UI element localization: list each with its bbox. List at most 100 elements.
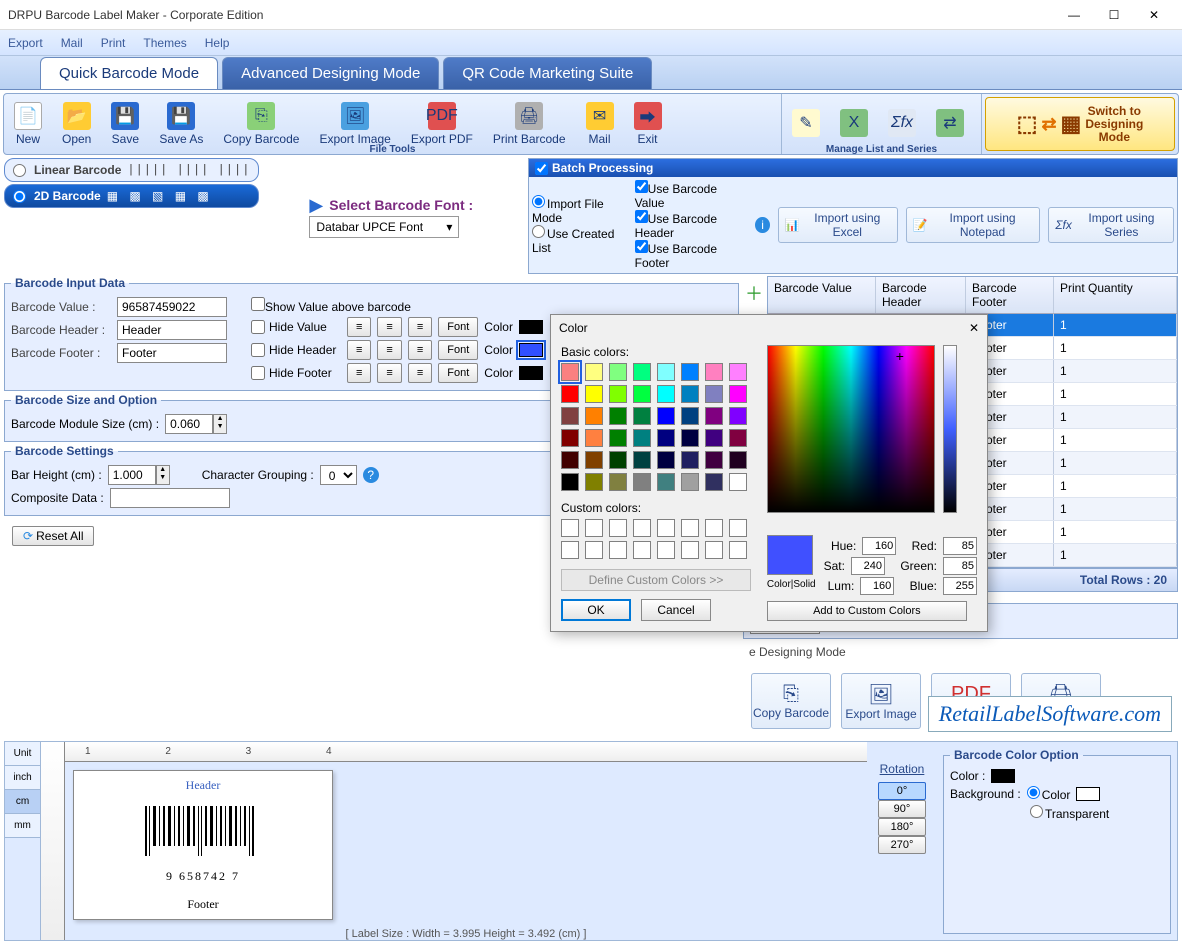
copy-barcode-action[interactable]: ⎘Copy Barcode (751, 673, 831, 729)
batch-checkbox[interactable] (535, 162, 548, 175)
align-left-btn-h[interactable]: ≡ (347, 340, 371, 360)
basic-swatch[interactable] (585, 363, 603, 381)
menu-help[interactable]: Help (205, 36, 230, 50)
footer-color-swatch[interactable] (519, 366, 543, 380)
linear-radio[interactable] (13, 164, 26, 177)
basic-swatch[interactable] (585, 429, 603, 447)
barcode-footer-input[interactable] (117, 343, 227, 363)
custom-swatch[interactable] (633, 519, 651, 537)
import-excel-button[interactable]: 📊Import using Excel (778, 207, 898, 243)
use-footer-check[interactable]: Use Barcode Footer (635, 242, 717, 270)
custom-swatch[interactable] (609, 519, 627, 537)
maximize-button[interactable]: ☐ (1094, 1, 1134, 29)
custom-swatch[interactable] (561, 519, 579, 537)
unit-mm[interactable]: mm (5, 814, 40, 838)
linear-barcode-tab[interactable]: Linear Barcode||||| |||| |||| (4, 158, 259, 182)
export-image-action[interactable]: 🖼Export Image (841, 673, 921, 729)
unit-inch[interactable]: inch (5, 766, 40, 790)
col-value[interactable]: Barcode Value (768, 277, 876, 313)
basic-swatch[interactable] (657, 363, 675, 381)
add-custom-button[interactable]: Add to Custom Colors (767, 601, 967, 621)
menu-themes[interactable]: Themes (143, 36, 186, 50)
luminance-slider[interactable] (943, 345, 957, 513)
basic-swatch[interactable] (609, 429, 627, 447)
color-spectrum[interactable]: + (767, 345, 935, 513)
import-series-button[interactable]: ΣfxImport using Series (1048, 207, 1174, 243)
basic-swatch[interactable] (585, 407, 603, 425)
basic-swatch[interactable] (681, 385, 699, 403)
bg-color-swatch[interactable] (1076, 787, 1100, 801)
tab-advanced-designing[interactable]: Advanced Designing Mode (222, 57, 439, 89)
spinner[interactable]: ▲▼ (156, 465, 170, 485)
minimize-button[interactable]: — (1054, 1, 1094, 29)
add-row-button[interactable]: ＋ (743, 280, 765, 306)
basic-swatch[interactable] (729, 451, 747, 469)
show-above-check[interactable]: Show Value above barcode (251, 297, 411, 314)
custom-swatch[interactable] (681, 541, 699, 559)
basic-swatch[interactable] (585, 451, 603, 469)
align-right-btn-h[interactable]: ≡ (408, 340, 432, 360)
cancel-button[interactable]: Cancel (641, 599, 711, 621)
align-left-btn-f[interactable]: ≡ (347, 363, 371, 383)
custom-swatch[interactable] (657, 541, 675, 559)
value-color-swatch[interactable] (519, 320, 543, 334)
rotation-0°[interactable]: 0° (878, 782, 926, 800)
basic-swatch[interactable] (705, 385, 723, 403)
grouping-select[interactable]: 0 (320, 465, 357, 485)
basic-swatch[interactable] (705, 363, 723, 381)
lum-input[interactable] (860, 577, 894, 595)
custom-swatch[interactable] (585, 519, 603, 537)
basic-swatch[interactable] (585, 385, 603, 403)
basic-swatch[interactable] (633, 407, 651, 425)
basic-swatch[interactable] (705, 451, 723, 469)
basic-swatch[interactable] (633, 385, 651, 403)
red-input[interactable] (943, 537, 977, 555)
basic-swatch[interactable] (705, 429, 723, 447)
bg-color-radio[interactable]: Color (1027, 786, 1071, 802)
composite-input[interactable] (110, 488, 230, 508)
basic-swatch[interactable] (681, 407, 699, 425)
col-header[interactable]: Barcode Header (876, 277, 966, 313)
menu-export[interactable]: Export (8, 36, 43, 50)
basic-swatch[interactable] (681, 451, 699, 469)
basic-swatch[interactable] (705, 473, 723, 491)
basic-swatch[interactable] (561, 429, 579, 447)
basic-swatch[interactable] (609, 473, 627, 491)
barcode-header-input[interactable] (117, 320, 227, 340)
barheight-input[interactable] (108, 465, 156, 485)
custom-swatch[interactable] (681, 519, 699, 537)
basic-swatch[interactable] (681, 429, 699, 447)
custom-swatch[interactable] (657, 519, 675, 537)
switch-mode-button[interactable]: ⬚ ⇄ ▦ Switch toDesigningMode (985, 97, 1175, 151)
custom-swatch[interactable] (705, 519, 723, 537)
align-right-btn-f[interactable]: ≡ (408, 363, 432, 383)
basic-swatch[interactable] (585, 473, 603, 491)
basic-swatch[interactable] (657, 451, 675, 469)
col-qty[interactable]: Print Quantity (1054, 277, 1177, 313)
align-center-btn-f[interactable]: ≡ (377, 363, 401, 383)
custom-swatch[interactable] (633, 541, 651, 559)
basic-swatch[interactable] (633, 451, 651, 469)
basic-swatch[interactable] (681, 363, 699, 381)
basic-swatch[interactable] (561, 407, 579, 425)
hide-header-check[interactable]: Hide Header (251, 343, 341, 357)
basic-swatch[interactable] (657, 429, 675, 447)
tab-qr-marketing[interactable]: QR Code Marketing Suite (443, 57, 652, 89)
basic-swatch[interactable] (561, 385, 579, 403)
font-btn-header[interactable]: Font (438, 340, 478, 360)
basic-swatch[interactable] (609, 363, 627, 381)
custom-swatch[interactable] (729, 541, 747, 559)
rotation-180°[interactable]: 180° (878, 818, 926, 836)
sat-input[interactable] (851, 557, 885, 575)
use-created-option[interactable]: Use Created List (532, 227, 614, 255)
bg-transparent-radio[interactable]: Transparent (1030, 805, 1109, 821)
spinner[interactable]: ▲▼ (213, 414, 227, 434)
help-icon[interactable]: ? (363, 467, 379, 483)
use-value-check[interactable]: Use Barcode Value (635, 182, 717, 210)
blue-input[interactable] (943, 577, 977, 595)
menu-print[interactable]: Print (101, 36, 126, 50)
header-color-swatch[interactable] (519, 343, 543, 357)
align-center-btn[interactable]: ≡ (377, 317, 401, 337)
basic-swatch[interactable] (729, 363, 747, 381)
basic-swatch[interactable] (561, 451, 579, 469)
